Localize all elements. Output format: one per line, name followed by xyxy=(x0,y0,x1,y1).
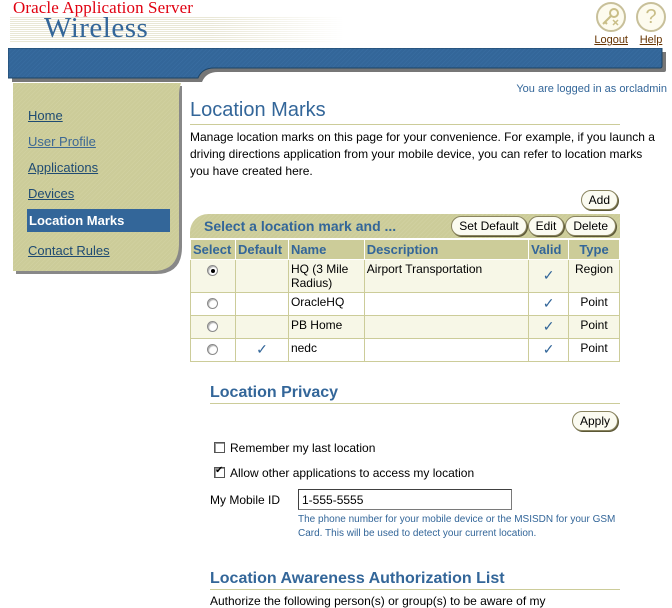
apply-button[interactable]: Apply xyxy=(571,411,618,431)
authorization-list-section: Location Awareness Authorization List Au… xyxy=(210,570,620,608)
brand-logo: Wireless xyxy=(44,12,149,44)
help-button[interactable]: ? Help xyxy=(636,2,666,46)
remember-location-label: Remember my last location xyxy=(230,440,376,455)
logged-in-status: You are logged in as orcladmin xyxy=(516,83,667,95)
table-header-row: Select Default Name Description Valid Ty… xyxy=(190,240,620,260)
table-row: OracleHQ ✓ Point xyxy=(190,291,620,316)
add-button[interactable]: Add xyxy=(580,190,618,210)
delete-button[interactable]: Delete xyxy=(565,216,616,236)
main-content: Location Marks Manage location marks on … xyxy=(190,97,655,362)
sidebar-item-label[interactable]: Applications xyxy=(27,160,98,175)
mobile-id-label: My Mobile ID xyxy=(210,492,281,507)
name-cell: HQ (3 Mile Radius) xyxy=(287,258,365,293)
allow-access-label: Allow other applications to access my lo… xyxy=(230,465,475,480)
help-link[interactable]: Help xyxy=(640,34,663,46)
page-description: Manage location marks on this page for y… xyxy=(190,130,655,178)
allow-access-option[interactable]: Allow other applications to access my lo… xyxy=(210,464,620,481)
column-header-valid: Valid xyxy=(528,240,570,260)
sidebar: Home User Profile Applications Devices L… xyxy=(13,83,184,276)
name-cell: nedc xyxy=(287,337,365,362)
valid-check-icon: ✓ xyxy=(528,258,570,293)
description-cell xyxy=(363,291,530,316)
valid-check-icon: ✓ xyxy=(528,291,570,316)
table-row: PB Home ✓ Point xyxy=(190,314,620,339)
valid-check-icon: ✓ xyxy=(528,337,570,362)
mobile-id-input[interactable] xyxy=(298,489,512,510)
sidebar-item-label[interactable]: Devices xyxy=(27,186,74,201)
table-action-bar: Select a location mark and ... Set Defau… xyxy=(190,214,620,238)
logout-link[interactable]: Logout xyxy=(594,34,628,46)
sidebar-item-home[interactable]: Home xyxy=(27,102,170,128)
default-cell xyxy=(234,314,289,339)
location-marks-table: Select Default Name Description Valid Ty… xyxy=(190,240,620,362)
section-title-authorization: Location Awareness Authorization List xyxy=(210,570,620,590)
valid-check-icon: ✓ xyxy=(528,314,570,339)
key-icon[interactable] xyxy=(596,2,627,32)
sidebar-nav: Home User Profile Applications Devices L… xyxy=(27,102,170,263)
global-buttons: Logout ? Help xyxy=(594,2,666,46)
type-cell: Region xyxy=(568,258,620,293)
column-header-type: Type xyxy=(568,240,620,260)
column-header-name: Name xyxy=(287,240,365,260)
select-radio[interactable] xyxy=(207,297,219,309)
sidebar-item-applications[interactable]: Applications xyxy=(27,154,170,180)
table-action-title: Select a location mark and ... xyxy=(204,218,397,234)
select-radio[interactable] xyxy=(207,343,219,355)
default-check-icon: ✓ xyxy=(234,337,289,362)
table-row: HQ (3 Mile Radius) Airport Transportatio… xyxy=(190,258,620,293)
sidebar-item-location-marks[interactable]: Location Marks xyxy=(27,209,170,232)
type-cell: Point xyxy=(568,337,620,362)
sidebar-item-label[interactable]: User Profile xyxy=(27,134,96,149)
column-header-select: Select xyxy=(190,240,236,260)
column-header-default: Default xyxy=(234,240,289,260)
page-title: Location Marks xyxy=(190,97,620,125)
edit-button[interactable]: Edit xyxy=(527,216,565,236)
description-cell: Airport Transportation xyxy=(363,258,530,293)
select-radio[interactable] xyxy=(207,264,219,276)
mobile-id-hint: The phone number for your mobile device … xyxy=(298,514,616,539)
remember-location-option[interactable]: Remember my last location xyxy=(210,439,620,456)
type-cell: Point xyxy=(568,291,620,316)
type-cell: Point xyxy=(568,314,620,339)
sidebar-item-devices[interactable]: Devices xyxy=(27,180,170,206)
authorization-description: Authorize the following person(s) or gro… xyxy=(210,594,546,608)
remember-location-checkbox[interactable] xyxy=(214,442,225,453)
default-cell xyxy=(234,291,289,316)
section-title-privacy: Location Privacy xyxy=(210,384,620,404)
sidebar-item-label[interactable]: Contact Rules xyxy=(27,243,110,258)
column-header-description: Description xyxy=(363,240,530,260)
name-cell: PB Home xyxy=(287,314,365,339)
description-cell xyxy=(363,337,530,362)
logout-button[interactable]: Logout xyxy=(594,2,628,46)
sidebar-item-label: Location Marks xyxy=(29,213,125,228)
location-privacy-section: Location Privacy Apply Remember my last … xyxy=(210,384,620,541)
set-default-button[interactable]: Set Default xyxy=(451,216,527,236)
allow-access-checkbox[interactable] xyxy=(214,465,225,478)
sidebar-item-contact-rules[interactable]: Contact Rules xyxy=(27,237,170,263)
sidebar-item-user-profile[interactable]: User Profile xyxy=(27,128,170,154)
default-cell xyxy=(234,258,289,293)
question-icon[interactable]: ? xyxy=(636,2,666,32)
select-radio[interactable] xyxy=(207,320,219,332)
table-row: ✓ nedc ✓ Point xyxy=(190,337,620,362)
name-cell: OracleHQ xyxy=(287,291,365,316)
header-tab-bar xyxy=(8,48,666,82)
sidebar-item-label[interactable]: Home xyxy=(27,108,63,123)
description-cell xyxy=(363,314,530,339)
